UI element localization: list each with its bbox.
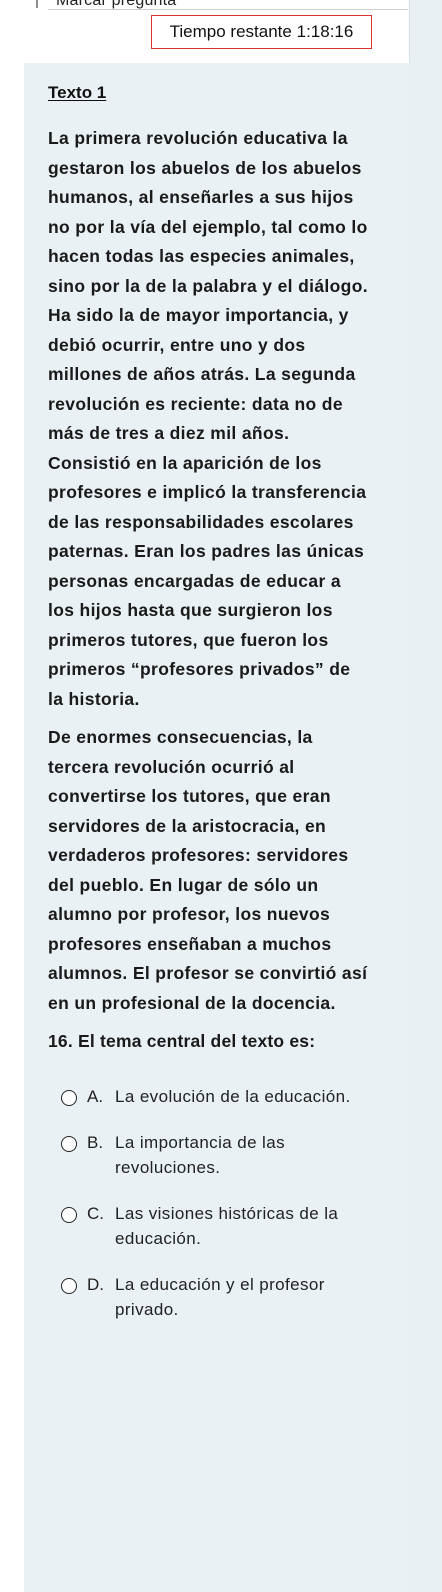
flag-divider [48, 9, 408, 10]
reading-title: Texto 1 [48, 83, 107, 102]
reading-paragraph-2: De enormes consecuencias, la tercera rev… [48, 727, 368, 1013]
flag-question-row[interactable]: Marcar pregunta [0, 0, 410, 10]
answer-options: A. La evolución de la educación. B. La i… [48, 1084, 368, 1322]
option-letter: B. [87, 1133, 104, 1152]
option-a[interactable]: A. La evolución de la educación. [48, 1084, 368, 1109]
time-remaining-box: Tiempo restante 1:18:16 [151, 15, 372, 49]
timer-value: 1:18:16 [296, 22, 354, 41]
option-c[interactable]: C. Las visiones históricas de la educaci… [48, 1201, 368, 1251]
option-text: La educación y el profesor privado. [115, 1275, 325, 1319]
radio-button-a[interactable] [61, 1090, 77, 1106]
reading-paragraph-1: La primera revolución educativa la gesta… [48, 128, 368, 709]
flag-icon[interactable] [36, 0, 46, 8]
option-text: La importancia de las revoluciones. [115, 1133, 285, 1177]
radio-button-b[interactable] [61, 1136, 77, 1152]
option-text: La evolución de la educación. [115, 1087, 351, 1106]
timer-label: Tiempo restante [169, 22, 292, 41]
radio-button-c[interactable] [61, 1207, 77, 1223]
option-b[interactable]: B. La importancia de las revoluciones. [48, 1130, 368, 1180]
option-text: Las visiones históricas de la educación. [115, 1204, 339, 1248]
question-content: Texto 1 La primera revolución educativa … [48, 82, 368, 1343]
scrollbar-track[interactable] [410, 0, 442, 1592]
question-text: 16. El tema central del texto es: [48, 1031, 316, 1051]
option-letter: D. [87, 1275, 104, 1294]
option-letter: A. [87, 1087, 104, 1106]
option-d[interactable]: D. La educación y el profesor privado. [48, 1272, 368, 1322]
option-letter: C. [87, 1204, 104, 1223]
radio-button-d[interactable] [61, 1278, 77, 1294]
